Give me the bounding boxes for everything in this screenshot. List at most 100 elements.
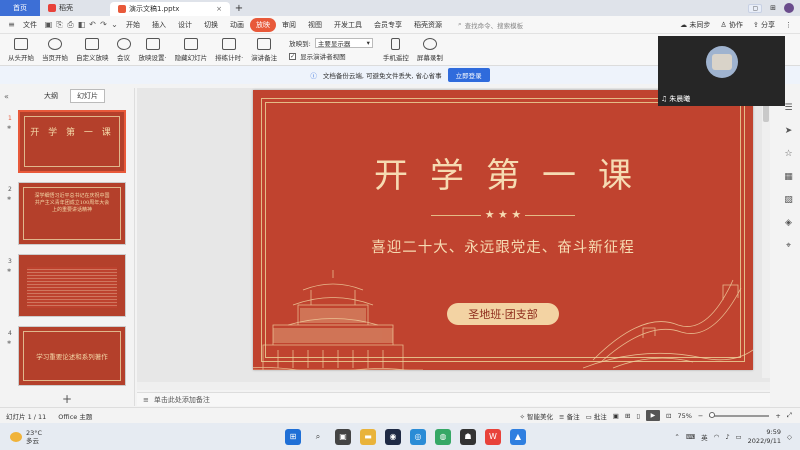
menu-start[interactable]: 开始 <box>120 18 146 32</box>
menu-view[interactable]: 视图 <box>302 18 328 32</box>
notification-icon[interactable]: ◇ <box>787 433 792 441</box>
search-icon[interactable]: ⌕ <box>310 429 326 445</box>
sorter-view-icon[interactable]: ⊞ <box>625 412 630 420</box>
slide-thumbnail-1[interactable]: 开 学 第 一 课 <box>18 110 126 173</box>
save-icon[interactable]: ▣ <box>43 20 54 29</box>
slide-thumbnail-2[interactable]: 深学细悟习近平总书记在庆祝中国共产主义青年团成立100周年大会上的重要讲话精神 <box>18 182 126 245</box>
task-view-icon[interactable]: ▣ <box>335 428 351 445</box>
screen-record-button[interactable]: 屏幕录制 <box>413 35 447 65</box>
command-search[interactable]: ⌕ 查找命令、搜索模板 <box>458 20 523 30</box>
menu-devtools[interactable]: 开发工具 <box>328 18 368 32</box>
collapse-icon[interactable]: « <box>4 92 9 101</box>
slide-title[interactable]: 开学第一课 <box>253 148 753 197</box>
battery-icon[interactable]: ▭ <box>736 433 742 441</box>
windows-start-icon[interactable]: ⊞ <box>285 428 301 445</box>
chrome-icon[interactable]: ◎ <box>410 428 426 445</box>
rehearse-button[interactable]: 排练计时· <box>211 35 247 65</box>
tab-outline[interactable]: 大纲 <box>44 91 58 101</box>
meeting-button[interactable]: 会议 <box>113 35 135 65</box>
collab-button[interactable]: ♙ 协作 <box>720 20 743 30</box>
comments-toggle[interactable]: ▭ 批注 <box>586 411 607 421</box>
preview-icon[interactable]: ◧ <box>76 20 87 29</box>
fit-icon[interactable]: ⊡ <box>666 412 671 420</box>
export-icon[interactable]: ⎘ <box>54 20 65 30</box>
menu-file[interactable]: 文件 <box>17 18 43 32</box>
menu-docer[interactable]: 稻壳资源 <box>408 18 448 32</box>
print-icon[interactable]: ⎙ <box>65 20 76 30</box>
tab-slides[interactable]: 幻灯片 <box>70 89 105 103</box>
browser-icon[interactable]: ◍ <box>435 428 451 445</box>
video-call-overlay[interactable]: ♫ 朱晨曦 <box>658 36 785 106</box>
notes-toggle[interactable]: ≡ 备注 <box>559 411 580 421</box>
clock[interactable]: 9:59 2022/9/11 <box>748 428 781 446</box>
weather-widget[interactable]: 23°C 多云 <box>0 429 150 445</box>
notes-pane[interactable]: ≡ 单击此处添加备注 <box>137 392 770 406</box>
menu-review[interactable]: 审阅 <box>276 18 302 32</box>
keyboard-icon[interactable]: ⌨ <box>686 433 695 441</box>
horizontal-scrollbar[interactable] <box>137 382 770 390</box>
star-icon[interactable]: ☆ <box>783 148 795 160</box>
menu-design[interactable]: 设计 <box>172 18 198 32</box>
tab-home[interactable]: 首页 <box>0 0 40 16</box>
play-from-start-button[interactable]: 从头开始 <box>4 35 38 65</box>
zoom-slider[interactable] <box>709 411 770 418</box>
menu-slideshow[interactable]: 放映 <box>250 17 276 32</box>
close-tab-icon[interactable]: × <box>216 5 222 13</box>
wps-icon[interactable]: W <box>485 428 501 445</box>
grid-icon[interactable]: ⊞ <box>770 4 776 12</box>
current-slide[interactable]: 开学第一课 ★ ★ ★ 喜迎二十大、永远跟党走、奋斗新征程 圣地班·团支部 <box>253 90 753 370</box>
hide-slide-button[interactable]: 隐藏幻灯片 <box>171 35 212 65</box>
volume-icon[interactable]: ♪ <box>725 433 729 441</box>
slideshow-play-button[interactable]: ▶ <box>645 410 660 421</box>
slide-thumbnail-3[interactable] <box>18 254 126 317</box>
user-avatar[interactable] <box>784 3 794 13</box>
tab-docer[interactable]: 稻壳 <box>40 0 110 16</box>
add-slide-button[interactable]: + <box>62 392 72 406</box>
undo-icon[interactable]: ↶ <box>87 20 98 29</box>
login-button[interactable]: 立即登录 <box>447 68 490 82</box>
speaker-notes-button[interactable]: 演讲备注 <box>247 35 281 65</box>
reading-view-icon[interactable]: ▯ <box>636 412 640 420</box>
layers-icon[interactable]: ◈ <box>783 217 795 229</box>
redo-icon[interactable]: ↷ <box>98 20 109 29</box>
menu-transition[interactable]: 切换 <box>198 18 224 32</box>
layout-icon[interactable]: ▢ <box>748 3 763 13</box>
menu-insert[interactable]: 插入 <box>146 18 172 32</box>
share-button[interactable]: ⇪ 分享 <box>753 20 775 30</box>
alien-icon[interactable]: ☗ <box>460 428 476 445</box>
zoom-knob[interactable] <box>709 411 716 418</box>
fullscreen-icon[interactable]: ⤢ <box>787 411 792 420</box>
show-settings-button[interactable]: 放映设置· <box>135 35 171 65</box>
menu-animation[interactable]: 动画 <box>224 18 250 32</box>
custom-show-button[interactable]: 自定义放映 <box>72 35 113 65</box>
template-icon[interactable]: ▦ <box>783 171 795 183</box>
theme-name[interactable]: Office 主题 <box>58 411 92 421</box>
file-explorer-icon[interactable]: ▬ <box>360 428 376 445</box>
new-tab-button[interactable]: + <box>230 0 248 16</box>
normal-view-icon[interactable]: ▣ <box>613 412 619 420</box>
location-icon[interactable]: ⌖ <box>783 240 795 252</box>
pointer-icon[interactable]: ➤ <box>783 125 795 137</box>
meeting-app-icon[interactable]: ▲ <box>510 428 526 445</box>
phone-remote-button[interactable]: 手机遥控 <box>379 35 413 65</box>
image-icon[interactable]: ▨ <box>783 194 795 206</box>
zoom-level[interactable]: 75% <box>677 412 691 420</box>
zoom-in-icon[interactable]: + <box>775 412 780 420</box>
hamburger-icon[interactable]: ≡ <box>6 20 17 29</box>
wifi-icon[interactable]: ◠ <box>714 433 720 441</box>
slide-badge[interactable]: 圣地班·团支部 <box>447 303 559 325</box>
monitor-select[interactable]: 主要显示器 ▾ <box>314 38 373 48</box>
input-language[interactable]: 英 <box>701 432 708 442</box>
more-icon[interactable]: ⋮ <box>785 21 792 29</box>
beautify-button[interactable]: ✧ 智能美化 <box>520 411 554 421</box>
chevron-up-icon[interactable]: ⌃ <box>674 433 679 441</box>
play-current-button[interactable]: 当页开始 <box>38 35 72 65</box>
slide-thumbnail-4[interactable]: 学习重要论述和系列著作 <box>18 326 126 386</box>
menu-member[interactable]: 会员专享 <box>368 18 408 32</box>
vertical-scrollbar[interactable] <box>762 88 770 378</box>
sync-button[interactable]: ☁ 未同步 <box>680 20 710 30</box>
steam-icon[interactable]: ◉ <box>385 428 401 445</box>
dropdown-icon[interactable]: ⌄ <box>109 20 120 29</box>
zoom-out-icon[interactable]: − <box>698 412 703 420</box>
presenter-view-checkbox[interactable]: ✓ <box>289 52 297 60</box>
